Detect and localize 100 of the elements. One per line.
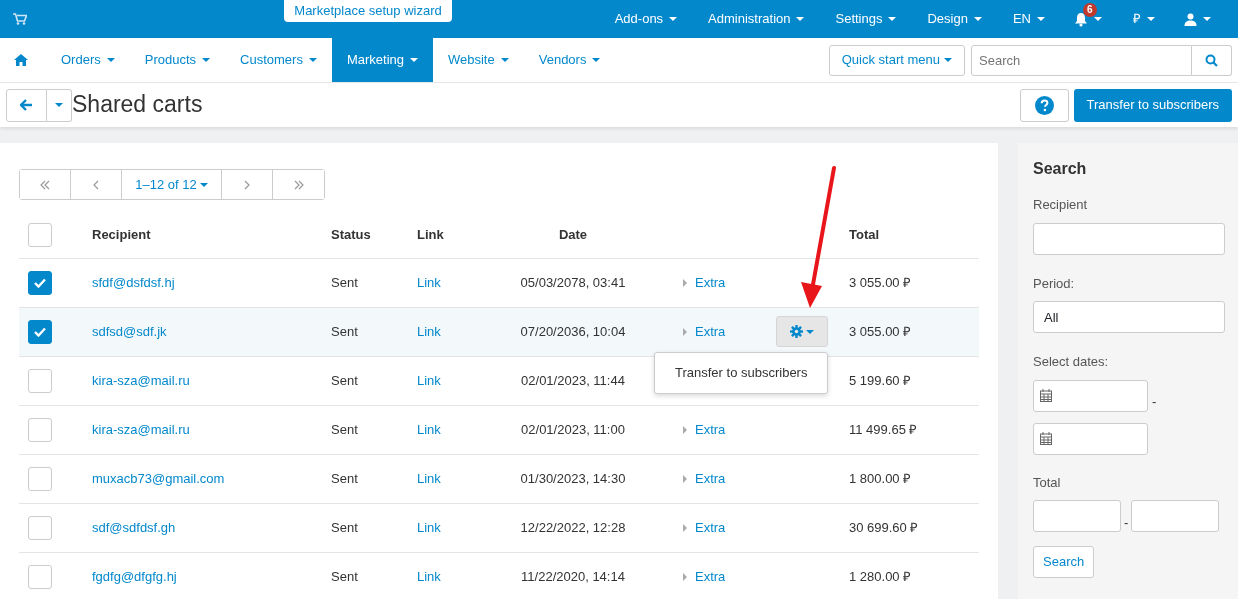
cart-link[interactable]: Link	[417, 569, 441, 584]
nav-menu[interactable]: Products	[129, 38, 226, 82]
recipient-link[interactable]: kira-sza@mail.ru	[92, 372, 190, 388]
sidebar-title: Search	[1033, 159, 1088, 179]
notifications-button[interactable]: 6	[1060, 0, 1117, 38]
field-label: Period:	[1033, 274, 1076, 293]
date-text: 02/01/2023, 11:44	[521, 372, 625, 388]
expand-arrow-icon	[683, 425, 687, 434]
recipient-link[interactable]: sdf@sdfdsf.gh	[92, 519, 176, 535]
search-button[interactable]	[1192, 44, 1232, 76]
checkbox[interactable]	[28, 564, 52, 589]
extra-toggle[interactable]: Extra	[683, 321, 726, 342]
cart-link[interactable]: Link	[417, 323, 441, 339]
status-text: Sent	[331, 274, 358, 290]
checkbox[interactable]	[28, 417, 52, 442]
column-header: Link	[417, 227, 444, 242]
search-submit-button[interactable]: Search	[1033, 546, 1095, 579]
total-to-field[interactable]	[1131, 500, 1220, 533]
calendar-icon	[1040, 432, 1052, 446]
date-text: 01/30/2023, 14:30	[520, 470, 626, 486]
total-amount: 5 199.60 ₽	[849, 372, 912, 388]
status-text: Sent	[331, 421, 358, 437]
cart-link[interactable]: Link	[417, 274, 441, 290]
transfer-button[interactable]: Transfer to subscribers	[1073, 88, 1232, 122]
checkbox[interactable]	[28, 319, 52, 344]
range-separator: -	[1152, 393, 1157, 412]
total-amount: 11 499.65 ₽	[849, 421, 918, 437]
recipient-link[interactable]: kira-sza@mail.ru	[92, 421, 190, 437]
expand-arrow-icon	[683, 572, 687, 581]
top-menu[interactable]: EN	[996, 0, 1060, 38]
expand-arrow-icon	[683, 278, 687, 287]
user-icon	[1184, 12, 1197, 26]
first-page-button[interactable]	[20, 170, 71, 199]
extra-toggle[interactable]: Extra	[683, 272, 726, 293]
settings-dropdown-button[interactable]	[776, 316, 828, 347]
bell-icon	[1074, 11, 1088, 27]
cart-link[interactable]: Link	[417, 470, 441, 486]
back-menu-button[interactable]	[47, 88, 72, 122]
recipient-field[interactable]	[1033, 222, 1225, 255]
checkbox[interactable]	[28, 222, 52, 247]
top-menu[interactable]: Add-ons	[598, 0, 693, 38]
cart-link[interactable]: Link	[417, 519, 441, 535]
calendar-icon	[1040, 389, 1052, 403]
menu-item[interactable]: Transfer to subscribers	[655, 357, 827, 389]
recipient-link[interactable]: sfdf@dsfdsf.hj	[92, 274, 175, 290]
checkbox[interactable]	[28, 515, 52, 540]
cart-link[interactable]: Link	[417, 372, 441, 388]
top-menu[interactable]: ₽	[1117, 0, 1170, 38]
status-text: Sent	[331, 569, 358, 584]
column-header: Recipient	[92, 227, 151, 242]
date-text: 12/22/2022, 12:28	[520, 519, 626, 535]
expand-arrow-icon	[683, 523, 687, 532]
status-text: Sent	[331, 323, 358, 339]
top-menu[interactable]: Design	[911, 0, 997, 38]
extra-toggle[interactable]: Extra	[683, 567, 726, 587]
total-amount: 1 800.00 ₽	[849, 470, 912, 486]
field-label: Select dates:	[1033, 353, 1110, 372]
cart-link[interactable]: Link	[417, 421, 441, 437]
checkbox[interactable]	[28, 368, 52, 393]
nav-menu[interactable]: Website	[433, 38, 524, 82]
column-header: Date	[558, 227, 588, 242]
date-text: 07/20/2036, 10:04	[520, 323, 626, 339]
extra-toggle[interactable]: Extra	[683, 517, 726, 538]
nav-menu[interactable]: Vendors	[523, 38, 616, 82]
chevron-icon	[92, 179, 99, 190]
search-field[interactable]: Search	[971, 44, 1192, 76]
checkbox[interactable]	[28, 270, 52, 295]
double-chevron-icon	[293, 179, 304, 190]
range-separator: -	[1124, 513, 1129, 532]
recipient-link[interactable]: sdfsd@sdf.jk	[92, 323, 167, 339]
setup-wizard-tab[interactable]: Marketplace setup wizard	[284, 0, 452, 22]
settings-icon	[790, 325, 803, 338]
nav-menu[interactable]: Marketing	[331, 38, 433, 82]
back-button[interactable]	[6, 88, 47, 122]
help-button[interactable]	[1019, 88, 1069, 122]
top-menu[interactable]: Settings	[819, 0, 912, 38]
date-field[interactable]	[1033, 422, 1148, 455]
column-header: Status	[331, 227, 371, 242]
quick-start-menu[interactable]: Quick start menu	[828, 44, 965, 76]
extra-toggle[interactable]: Extra	[683, 419, 726, 440]
date-text: 05/03/2078, 03:41	[520, 274, 626, 290]
checkmark-icon	[34, 326, 46, 337]
nav-menu[interactable]: Orders	[46, 38, 130, 82]
extra-toggle[interactable]: Extra	[683, 468, 726, 489]
date-text: 02/01/2023, 11:00	[521, 421, 625, 437]
double-chevron-icon	[39, 179, 50, 190]
recipient-link[interactable]: fgdfg@dfgfg.hj	[92, 569, 177, 584]
total-amount: 3 055.00 ₽	[849, 274, 912, 290]
recipient-link[interactable]: muxacb73@gmail.com	[92, 470, 225, 486]
checkbox[interactable]	[28, 466, 52, 491]
date-field[interactable]	[1033, 379, 1148, 412]
total-from-field[interactable]	[1033, 500, 1121, 533]
status-text: Sent	[331, 372, 358, 388]
field-label: Total	[1033, 473, 1062, 492]
cart-icon[interactable]	[13, 13, 27, 25]
period-select[interactable]: All	[1033, 301, 1225, 334]
page-title: Shared carts	[72, 91, 203, 119]
top-menu[interactable]: Administration	[692, 0, 820, 38]
nav-menu[interactable]: Customers	[225, 38, 332, 82]
search-icon	[1205, 53, 1218, 67]
